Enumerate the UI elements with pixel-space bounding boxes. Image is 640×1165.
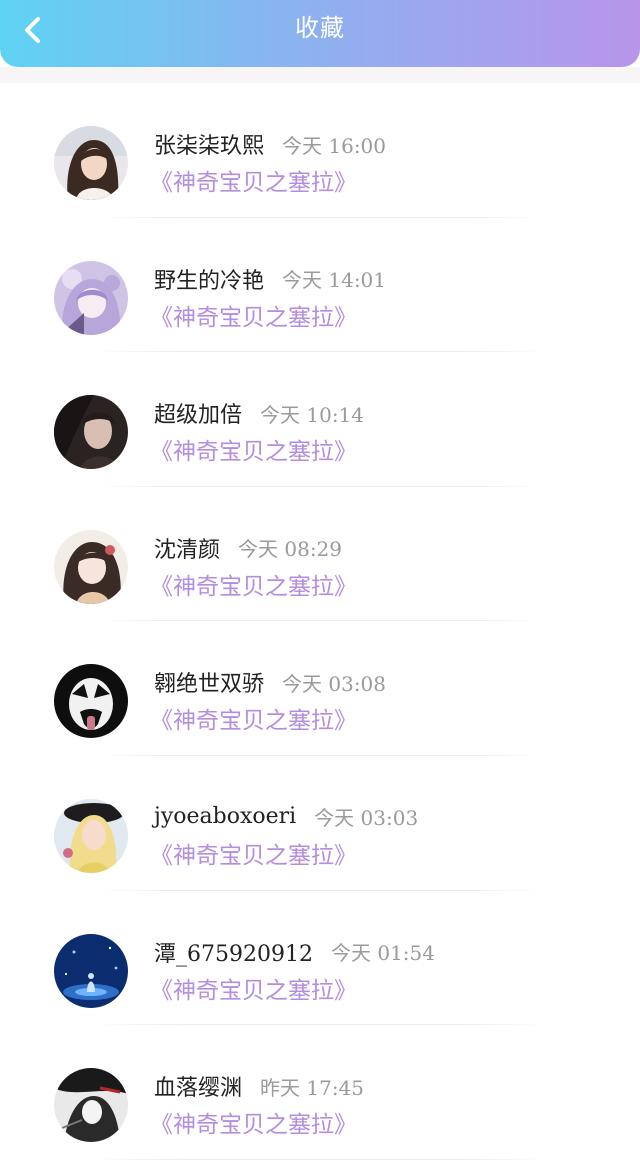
timestamp: 今天 01:54 <box>330 941 435 966</box>
favorites-list: 张柒柒玖熙 今天 16:00 《神奇宝贝之塞拉》 野生的冷艳 今天 14:01 … <box>0 83 640 1160</box>
avatar[interactable] <box>54 664 128 739</box>
divider <box>90 1158 550 1160</box>
list-item[interactable]: 翱绝世双骄 今天 03:08 《神奇宝贝之塞拉》 <box>0 621 640 756</box>
timestamp: 今天 16:00 <box>282 133 387 158</box>
user-name[interactable]: 超级加倍 <box>154 397 242 429</box>
avatar[interactable] <box>54 1068 128 1143</box>
book-title-link[interactable]: 《神奇宝贝之塞拉》 <box>150 432 357 466</box>
avatar[interactable] <box>54 395 128 470</box>
top-bar: 收藏 <box>0 0 640 67</box>
timestamp: 今天 10:14 <box>260 402 365 427</box>
list-item[interactable]: 超级加倍 今天 10:14 《神奇宝贝之塞拉》 <box>0 352 640 487</box>
entry-header: 超级加倍 今天 10:14 <box>154 396 364 430</box>
user-name[interactable]: 血落缨渊 <box>154 1070 242 1102</box>
book-title-link[interactable]: 《神奇宝贝之塞拉》 <box>150 701 357 735</box>
book-title-link[interactable]: 《神奇宝贝之塞拉》 <box>150 567 357 601</box>
ink-sketch-avatar <box>54 1068 128 1143</box>
list-item[interactable]: 血落缨渊 昨天 17:45 《神奇宝贝之塞拉》 <box>0 1025 640 1160</box>
timestamp: 今天 03:08 <box>282 671 387 696</box>
avatar[interactable] <box>54 798 128 873</box>
avatar[interactable] <box>54 933 128 1008</box>
entry-header: 沈清颜 今天 08:29 <box>154 531 342 565</box>
entry-header: 野生的冷艳 今天 14:01 <box>154 262 386 296</box>
anime-purple-hair-avatar <box>54 260 128 335</box>
avatar[interactable] <box>54 126 128 200</box>
dark-portrait-avatar <box>54 395 128 470</box>
entry-header: 潭_675920912 今天 01:54 <box>154 935 435 969</box>
list-item[interactable]: 潭_675920912 今天 01:54 《神奇宝贝之塞拉》 <box>0 891 640 1026</box>
blue-galaxy-avatar <box>54 933 128 1008</box>
timestamp: 今天 03:03 <box>314 806 419 831</box>
anime-girl-hairpin-avatar <box>54 529 128 604</box>
page-title: 收藏 <box>295 14 345 42</box>
timestamp: 昨天 17:45 <box>260 1075 365 1100</box>
book-title-link[interactable]: 《神奇宝贝之塞拉》 <box>150 298 357 332</box>
user-name[interactable]: 翱绝世双骄 <box>154 666 264 698</box>
list-item[interactable]: jyoeaboxoeri 今天 03:03 《神奇宝贝之塞拉》 <box>0 756 640 891</box>
kiss-face-paint-avatar <box>54 664 128 739</box>
timestamp: 今天 14:01 <box>282 268 387 293</box>
entry-header: 血落缨渊 昨天 17:45 <box>154 1069 364 1103</box>
header-spacer <box>0 67 640 83</box>
timestamp: 今天 08:29 <box>238 537 343 562</box>
user-name[interactable]: 潭_675920912 <box>154 936 313 968</box>
book-title-link[interactable]: 《神奇宝贝之塞拉》 <box>150 163 357 197</box>
list-item[interactable]: 野生的冷艳 今天 14:01 《神奇宝贝之塞拉》 <box>0 218 640 353</box>
girl-portrait-avatar <box>54 126 128 200</box>
book-title-link[interactable]: 《神奇宝贝之塞拉》 <box>150 836 357 870</box>
avatar[interactable] <box>54 260 128 335</box>
blonde-hat-avatar <box>54 798 128 873</box>
user-name[interactable]: 张柒柒玖熙 <box>154 128 264 160</box>
book-title-link[interactable]: 《神奇宝贝之塞拉》 <box>150 971 357 1005</box>
entry-header: 张柒柒玖熙 今天 16:00 <box>154 127 386 161</box>
book-title-link[interactable]: 《神奇宝贝之塞拉》 <box>150 1105 357 1139</box>
list-item[interactable]: 沈清颜 今天 08:29 《神奇宝贝之塞拉》 <box>0 487 640 622</box>
entry-header: 翱绝世双骄 今天 03:08 <box>154 665 386 699</box>
entry-header: jyoeaboxoeri 今天 03:03 <box>154 800 418 834</box>
avatar[interactable] <box>54 529 128 604</box>
list-item[interactable]: 张柒柒玖熙 今天 16:00 《神奇宝贝之塞拉》 <box>0 83 640 218</box>
user-name[interactable]: 沈清颜 <box>154 532 220 564</box>
user-name[interactable]: 野生的冷艳 <box>154 263 264 295</box>
user-name[interactable]: jyoeaboxoeri <box>154 804 296 829</box>
